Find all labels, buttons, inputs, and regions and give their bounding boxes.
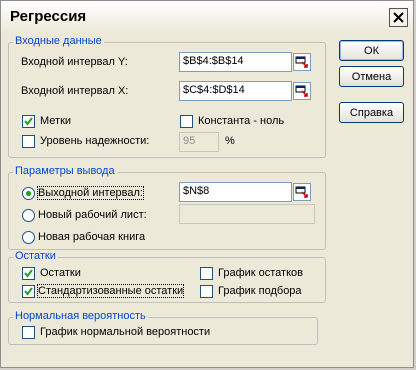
collapse-dialog-icon bbox=[295, 85, 308, 97]
input-y-label: Входной интервал Y: bbox=[21, 56, 128, 68]
output-range-radio[interactable] bbox=[22, 187, 35, 200]
input-y-field[interactable]: $B$4:$B$14 bbox=[179, 52, 292, 72]
residual-plot-label: График остатков bbox=[218, 267, 303, 279]
output-options-legend: Параметры вывода bbox=[13, 165, 117, 177]
residuals-legend: Остатки bbox=[13, 250, 58, 262]
help-button[interactable]: Справка bbox=[339, 102, 404, 123]
input-x-collapse-button[interactable] bbox=[293, 82, 311, 100]
confidence-level-label: Уровень надежности: bbox=[40, 135, 150, 147]
new-worksheet-label: Новый рабочий лист: bbox=[38, 209, 147, 221]
normal-probability-legend: Нормальная вероятность bbox=[13, 310, 148, 322]
radio-dot-icon bbox=[25, 190, 32, 197]
percent-sign: % bbox=[225, 135, 235, 147]
output-range-field[interactable]: $N$8 bbox=[179, 182, 292, 202]
line-fit-plot-checkbox[interactable] bbox=[200, 285, 213, 298]
checkmark-icon bbox=[24, 287, 33, 296]
close-icon bbox=[393, 12, 404, 23]
new-worksheet-field[interactable] bbox=[179, 204, 315, 224]
dialog-title: Регрессия bbox=[10, 8, 87, 25]
residuals-label: Остатки bbox=[40, 267, 81, 279]
title-bar: Регрессия bbox=[1, 1, 413, 33]
line-fit-plot-label: График подбора bbox=[218, 285, 302, 297]
input-x-label: Входной интервал X: bbox=[21, 85, 129, 97]
cancel-button[interactable]: Отмена bbox=[339, 66, 404, 87]
input-data-legend: Входные данные bbox=[13, 35, 104, 47]
regression-dialog: Регрессия Входные данные Входной интерва… bbox=[0, 0, 414, 368]
standardized-residuals-checkbox[interactable] bbox=[22, 285, 35, 298]
residual-plot-checkbox[interactable] bbox=[200, 267, 213, 280]
output-range-collapse-button[interactable] bbox=[293, 183, 311, 201]
normal-probability-plot-label: График нормальной вероятности bbox=[40, 326, 211, 338]
constant-zero-checkbox[interactable] bbox=[180, 115, 193, 128]
confidence-level-field[interactable]: 95 bbox=[179, 132, 219, 152]
normal-probability-plot-checkbox[interactable] bbox=[22, 326, 35, 339]
checkmark-icon bbox=[24, 117, 33, 126]
new-workbook-label: Новая рабочая книга bbox=[38, 231, 146, 243]
close-button[interactable] bbox=[389, 8, 408, 27]
confidence-level-checkbox[interactable] bbox=[22, 135, 35, 148]
collapse-dialog-icon bbox=[295, 186, 308, 198]
new-workbook-radio[interactable] bbox=[22, 231, 35, 244]
constant-zero-label: Константа - ноль bbox=[198, 115, 285, 127]
labels-label: Метки bbox=[40, 115, 72, 127]
standardized-residuals-label: Стандартизованные остатки bbox=[36, 284, 185, 298]
output-range-label: Выходной интервал: bbox=[37, 186, 144, 200]
input-y-collapse-button[interactable] bbox=[293, 53, 311, 71]
ok-button[interactable]: ОК bbox=[339, 40, 404, 61]
input-x-field[interactable]: $C$4:$D$14 bbox=[179, 81, 292, 101]
new-worksheet-radio[interactable] bbox=[22, 209, 35, 222]
checkmark-icon bbox=[24, 269, 33, 278]
labels-checkbox[interactable] bbox=[22, 115, 35, 128]
collapse-dialog-icon bbox=[295, 56, 308, 68]
residuals-checkbox[interactable] bbox=[22, 267, 35, 280]
